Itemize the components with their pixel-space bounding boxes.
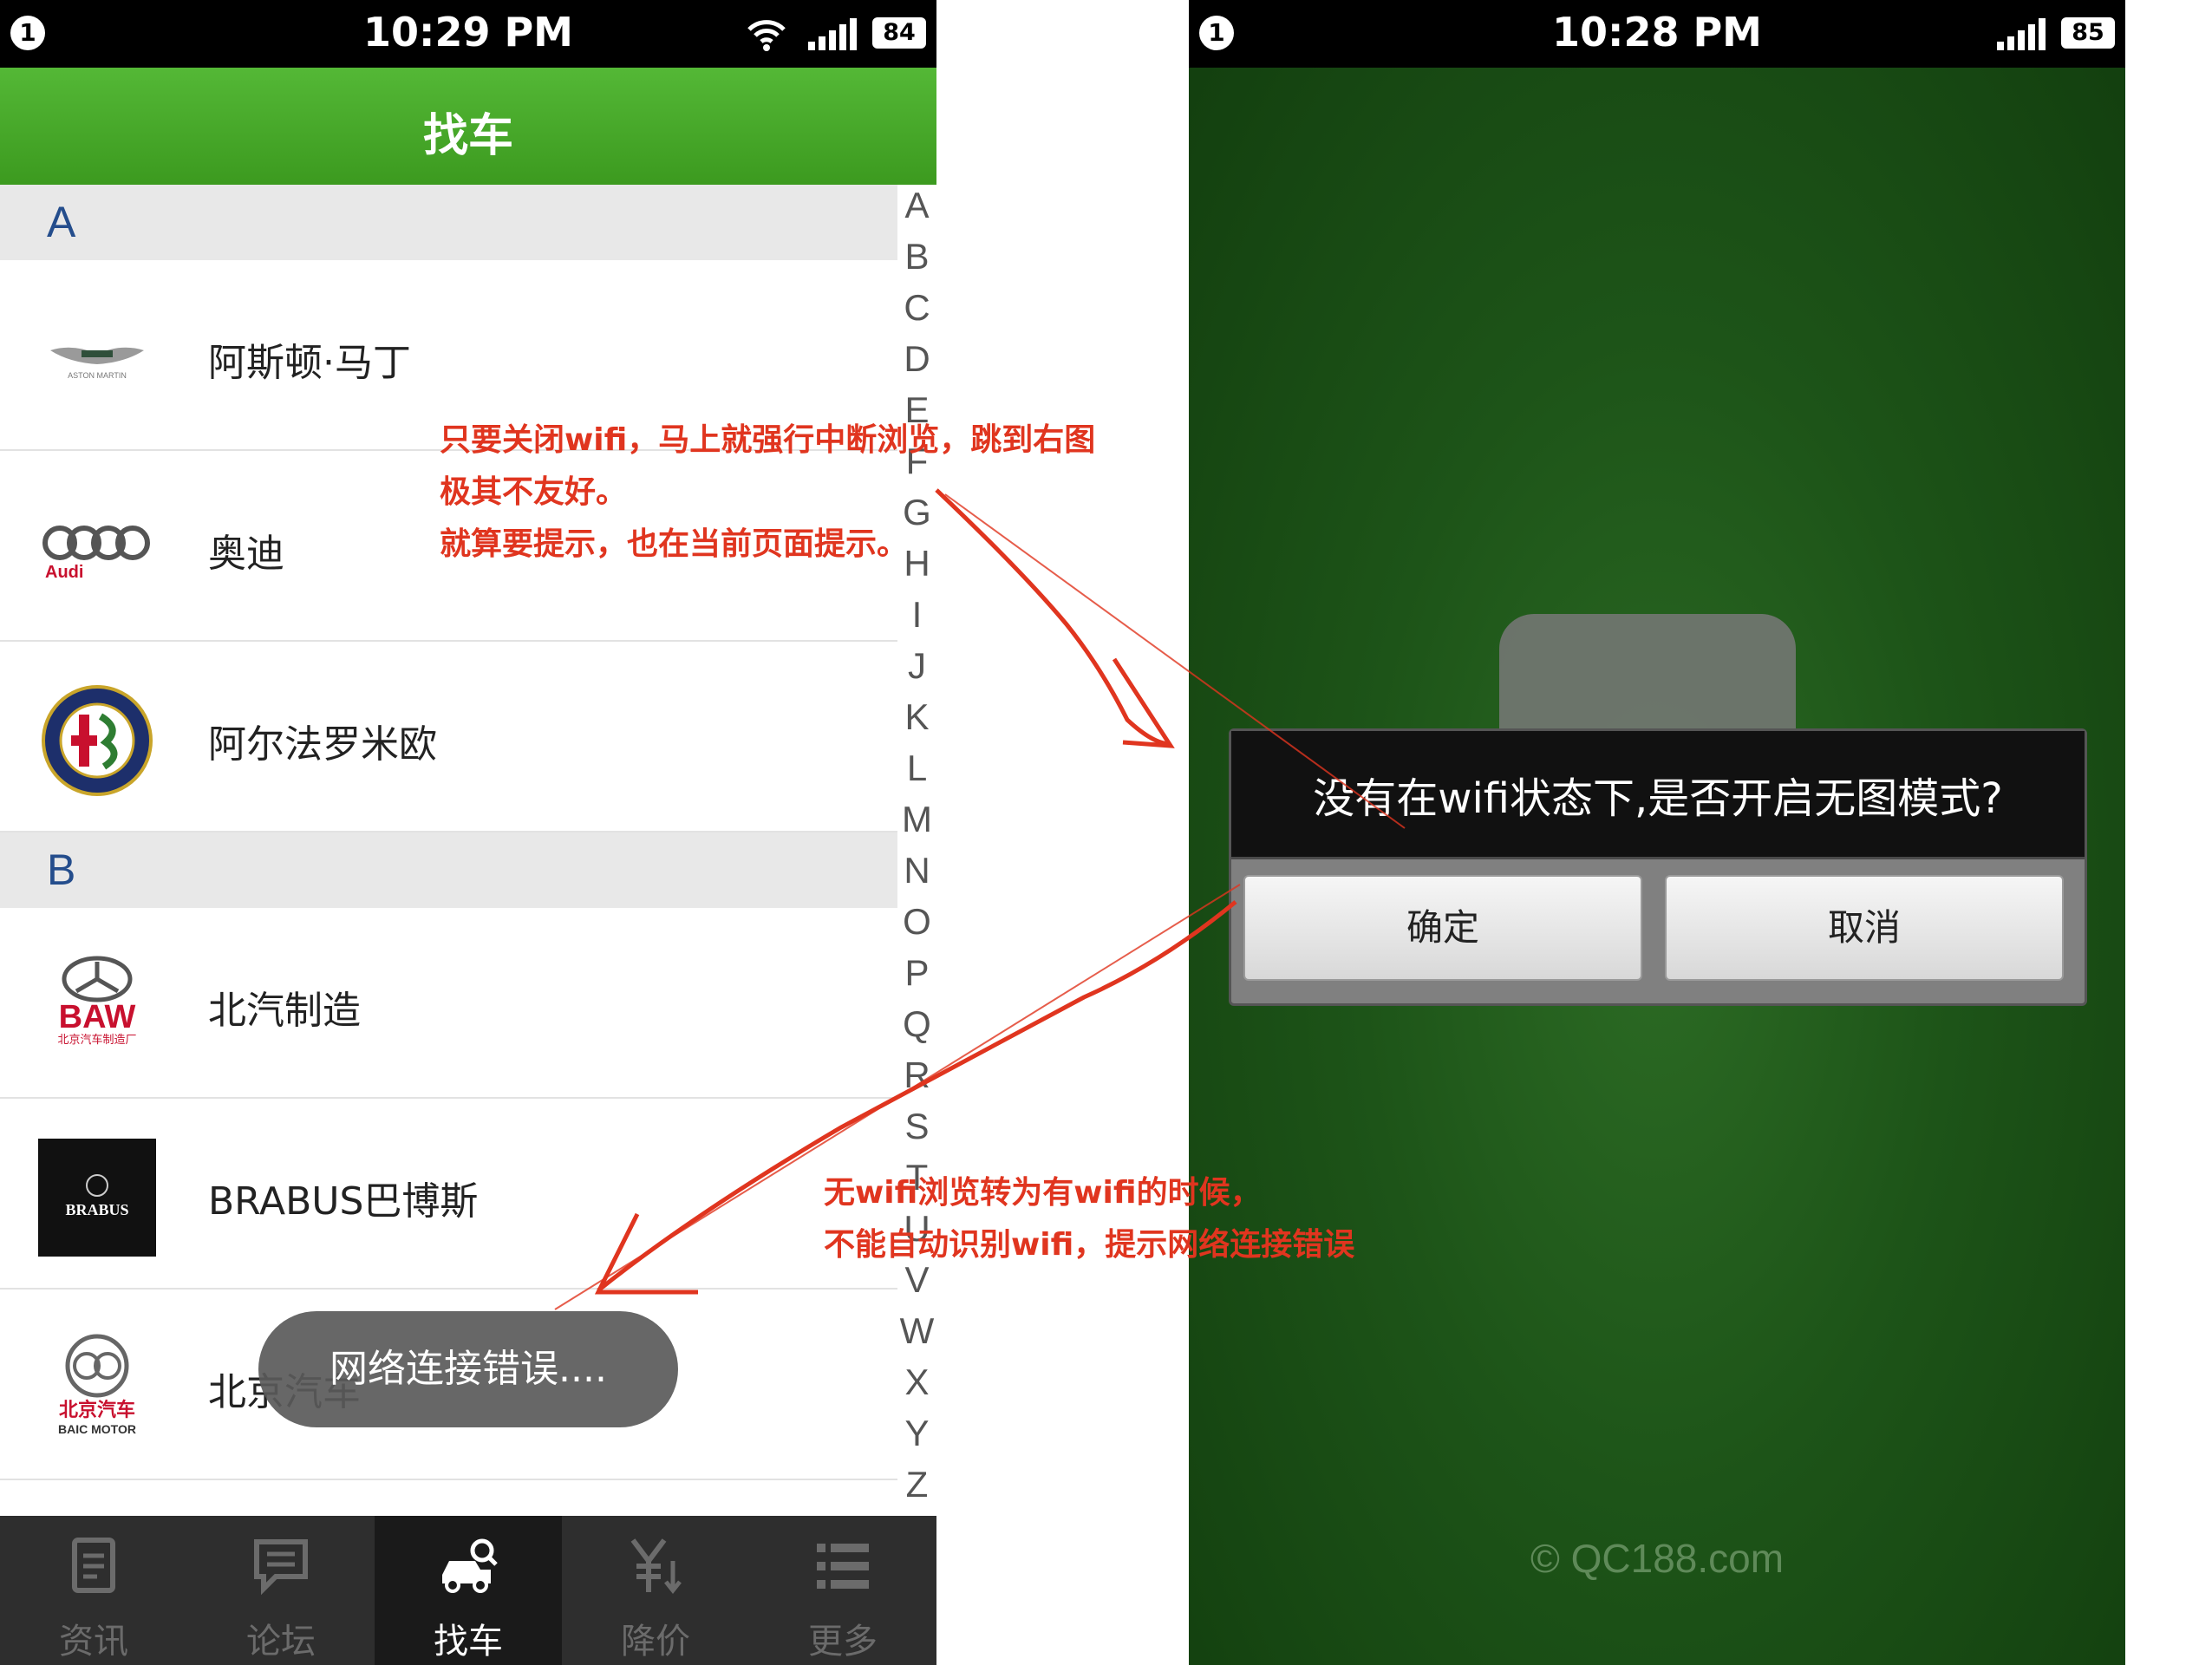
status-bar: 1 10:28 PM 85: [1189, 0, 2125, 68]
section-header-a: A: [0, 185, 897, 260]
tab-label: 资讯: [59, 1622, 128, 1662]
brand-name: 阿斯顿·马丁: [208, 341, 411, 385]
title-bar: 找车: [0, 68, 936, 185]
svg-text:BAW: BAW: [59, 999, 136, 1035]
index-letter-c[interactable]: C: [897, 287, 936, 329]
news-icon: [72, 1538, 115, 1593]
tab-forum[interactable]: 论坛: [187, 1516, 375, 1665]
brabus-logo: BRABUS: [38, 1139, 156, 1257]
status-time: 10:29 PM: [363, 9, 573, 56]
no-wifi-dialog: 没有在wifi状态下,是否开启无图模式? 确定 取消: [1229, 728, 2087, 1006]
index-letter-m[interactable]: M: [897, 799, 936, 840]
section-letter: B: [47, 846, 76, 894]
index-letter-s[interactable]: S: [897, 1106, 936, 1147]
tab-label: 降价: [621, 1622, 690, 1662]
section-header-b: B: [0, 832, 897, 908]
tab-news[interactable]: 资讯: [0, 1516, 187, 1665]
car-search-icon: [442, 1538, 498, 1593]
alphabet-index-bar[interactable]: ABCDEFGHIJKLMNOPQRSTUVWXYZ: [897, 185, 936, 1516]
index-letter-w[interactable]: W: [897, 1310, 936, 1352]
chat-icon: [254, 1539, 308, 1596]
brand-row-alfa-romeo[interactable]: 阿尔法罗米欧: [0, 642, 897, 832]
battery-icon: 84: [872, 17, 926, 49]
tab-price-drop[interactable]: 降价: [562, 1516, 749, 1665]
confirm-button[interactable]: 确定: [1243, 875, 1642, 981]
brand-row-brabus[interactable]: BRABUS BRABUS巴博斯: [0, 1099, 897, 1290]
left-phone-screen: 1 10:29 PM 84 找车 A ASTON MARTIN 阿斯顿·马丁 A…: [0, 0, 936, 1665]
index-letter-j[interactable]: J: [897, 645, 936, 687]
annotation-line: 只要关闭wifi，马上就强行中断浏览，跳到右图: [440, 422, 1096, 458]
annotation-line: 就算要提示，也在当前页面提示。: [440, 526, 909, 562]
annotation-line: 无wifi浏览转为有wifi的时候，: [824, 1175, 1262, 1211]
status-time: 10:28 PM: [1552, 9, 1762, 56]
brand-name: 北汽制造: [208, 989, 361, 1033]
tab-label: 找车: [434, 1622, 503, 1662]
dialog-message: 没有在wifi状态下,是否开启无图模式?: [1313, 774, 2003, 823]
index-letter-o[interactable]: O: [897, 901, 936, 943]
index-letter-r[interactable]: R: [897, 1054, 936, 1096]
index-letter-z[interactable]: Z: [897, 1464, 936, 1505]
index-letter-k[interactable]: K: [897, 696, 936, 738]
yen-down-icon: [630, 1538, 682, 1595]
index-letter-l[interactable]: L: [897, 748, 936, 789]
tab-find-car[interactable]: 找车: [375, 1516, 562, 1665]
dialog-header: 没有在wifi状态下,是否开启无图模式?: [1231, 731, 2085, 859]
svg-text:BAIC MOTOR: BAIC MOTOR: [58, 1422, 136, 1436]
page-title: 找车: [422, 110, 513, 162]
annotation-note-2: 无wifi浏览转为有wifi的时候， 不能自动识别wifi，提示网络连接错误: [824, 1167, 1354, 1271]
index-letter-n[interactable]: N: [897, 850, 936, 891]
brand-row-baw[interactable]: BAW 北京汽车制造厂 北汽制造: [0, 908, 897, 1099]
index-letter-b[interactable]: B: [897, 236, 936, 278]
audi-logo: Audi: [42, 526, 150, 582]
annotation-line: 极其不友好。: [440, 474, 628, 510]
index-letter-q[interactable]: Q: [897, 1003, 936, 1045]
cancel-button[interactable]: 取消: [1665, 875, 2064, 981]
wifi-icon: [747, 20, 786, 51]
signal-icon: [808, 18, 857, 50]
baic-logo: 北京汽车 BAIC MOTOR: [58, 1334, 136, 1436]
right-phone-screen: 1 10:28 PM 85 © QC188.com 没有在wifi状态下,是否开…: [1189, 0, 2125, 1665]
section-letter: A: [47, 198, 76, 246]
tab-more[interactable]: 更多: [749, 1516, 936, 1665]
tab-label: 论坛: [246, 1622, 316, 1662]
index-letter-y[interactable]: Y: [897, 1413, 936, 1454]
signal-icon: [1997, 18, 2046, 50]
aston-martin-logo: ASTON MARTIN: [50, 347, 144, 380]
baw-logo: BAW 北京汽车制造厂: [57, 956, 137, 1047]
brand-name: 奥迪: [208, 532, 284, 576]
brand-name: BRABUS巴博斯: [208, 1179, 479, 1224]
copyright-text: © QC188.com: [1530, 1536, 1785, 1581]
svg-text:BRABUS: BRABUS: [65, 1201, 128, 1218]
annotation-note-1: 只要关闭wifi，马上就强行中断浏览，跳到右图 极其不友好。 就算要提示，也在当…: [440, 415, 1095, 571]
index-letter-x[interactable]: X: [897, 1361, 936, 1403]
brand-name: 阿尔法罗米欧: [208, 722, 437, 767]
svg-text:Audi: Audi: [45, 563, 83, 582]
network-error-toast: 网络连接错误....: [258, 1311, 678, 1427]
index-letter-d[interactable]: D: [897, 338, 936, 380]
svg-text:ASTON MARTIN: ASTON MARTIN: [68, 371, 127, 380]
list-icon: [817, 1544, 869, 1589]
battery-icon: 85: [2061, 17, 2115, 49]
alfa-romeo-logo: [42, 685, 153, 796]
tab-label: 更多: [808, 1622, 878, 1662]
index-letter-a[interactable]: A: [897, 185, 936, 226]
bottom-tab-bar: 资讯 论坛 找车 降价 更多: [0, 1516, 936, 1665]
index-letter-p[interactable]: P: [897, 952, 936, 994]
index-letter-i[interactable]: I: [897, 594, 936, 636]
status-bar: 1 10:29 PM 84: [0, 0, 936, 68]
svg-text:北京汽车: 北京汽车: [59, 1399, 135, 1421]
annotation-line: 不能自动识别wifi，提示网络连接错误: [824, 1227, 1355, 1263]
svg-text:北京汽车制造厂: 北京汽车制造厂: [57, 1033, 136, 1047]
